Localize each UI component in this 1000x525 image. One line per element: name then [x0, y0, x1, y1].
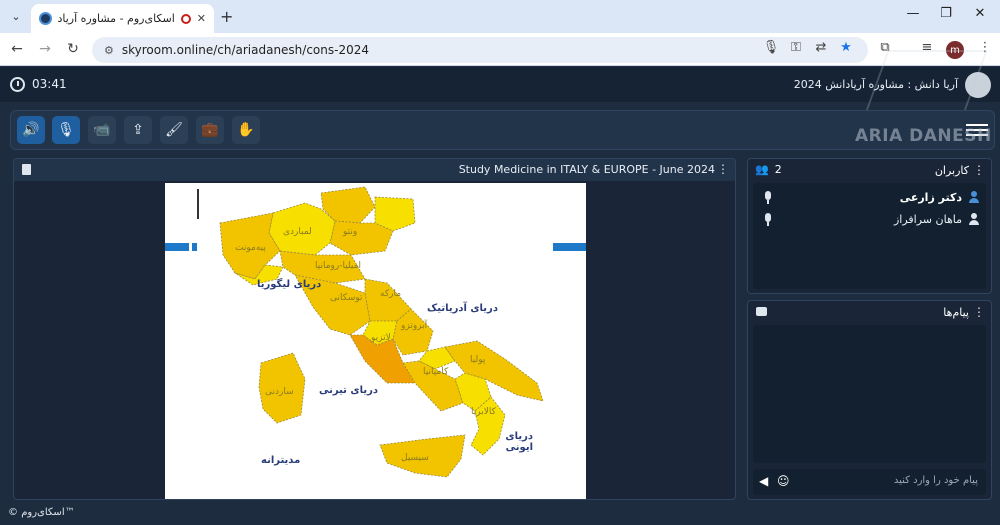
messages-panel-title: پیام‌ها [943, 306, 969, 319]
sea-label-mediterranean: مدیترانه [261, 455, 301, 466]
hand-icon: ✋ [237, 122, 255, 138]
voice-search-icon[interactable]: 🎙 [762, 40, 780, 55]
aria-danesh-watermark: ARIA DANESH [855, 126, 992, 146]
browser-toolbar: ← → ↻ ⚙ skyroom.online/ch/ariadanesh/con… [0, 33, 1000, 66]
document-icon [22, 164, 31, 175]
messages-panel: پیام‌ها ⋮ ◀ ☺ پیام خود را وارد کنید [747, 300, 992, 500]
window-restore-button[interactable]: ❐ [936, 6, 956, 21]
screen-share-icon: ⇪ [132, 122, 144, 138]
mic-icon [763, 191, 773, 204]
mic-icon [763, 213, 773, 226]
users-panel-title: کاربران [934, 164, 969, 177]
user-row[interactable]: دکتر زارعی [753, 188, 986, 208]
users-list: دکتر زارعی ماهان سرافراز [753, 183, 986, 289]
recording-icon [180, 13, 191, 24]
region-label-abruzzo: آبروتزو [401, 321, 428, 331]
emoji-icon[interactable]: ☺ [777, 474, 790, 488]
reload-button[interactable]: ↻ [64, 41, 82, 57]
browser-tab-strip: ⌄ اسکای‌روم - مشاوره آریادانش ✕ + — ❐ ✕ [0, 0, 1000, 33]
region-label-apulia: پولیا [470, 355, 486, 365]
skyroom-footer-brand: © اسکای‌روم™ [8, 507, 75, 518]
user-person-icon [968, 191, 980, 203]
region-label-sicily: سیسیل [401, 453, 429, 463]
region-label-lombardy: لمباردی [283, 227, 312, 237]
password-key-icon[interactable]: ⚿ [787, 40, 805, 55]
bookmark-star-icon[interactable]: ★ [837, 40, 855, 55]
screen-share-button[interactable]: ⇪ [124, 116, 152, 144]
region-label-emilia: امیلیا-رومانیا [315, 261, 361, 271]
back-button[interactable]: ← [8, 41, 26, 57]
forward-button[interactable]: → [36, 41, 54, 57]
stage-title: Study Medicine in ITALY & EUROPE - June … [458, 163, 715, 176]
presentation-stage: Study Medicine in ITALY & EUROPE - June … [13, 158, 736, 500]
messages-menu-button[interactable]: ⋮ [973, 305, 985, 319]
camera-off-button[interactable]: 📹 [88, 116, 116, 144]
tab-search-button[interactable]: ⌄ [6, 6, 26, 26]
whiteboard-button[interactable]: 🖌 [160, 116, 188, 144]
users-count: 👥 2 [755, 163, 782, 176]
camera-off-icon: 📹 [93, 122, 111, 138]
briefcase-icon: 💼 [201, 122, 219, 138]
slide-image: دریای لیگوریا دریای آدریاتیک دریای تیرنی… [165, 183, 586, 499]
raise-hand-button[interactable]: ✋ [232, 116, 260, 144]
sea-label-ionian: دریای ایونی [505, 431, 533, 453]
users-panel: 👥 2 کاربران ⋮ دکتر زارعی ماهان سرافراز [747, 158, 992, 294]
send-icon[interactable]: ◀ [759, 474, 768, 488]
region-label-sardinia: ساردنی [265, 387, 294, 397]
brush-icon: 🖌 [165, 122, 183, 138]
sea-label-tyrrhenian: دریای تیرنی [319, 385, 378, 396]
users-menu-button[interactable]: ⋮ [973, 163, 985, 177]
speaker-icon: 🔊 [22, 122, 40, 138]
user-row[interactable]: ماهان سرافراز [753, 210, 986, 230]
window-minimize-button[interactable]: — [903, 6, 923, 21]
speaker-button[interactable]: 🔊 [17, 116, 45, 144]
user-name: ماهان سرافراز [893, 213, 962, 226]
files-button[interactable]: 💼 [196, 116, 224, 144]
url-text: skyroom.online/ch/ariadanesh/cons-2024 [121, 43, 369, 57]
users-group-icon: 👥 [755, 163, 769, 176]
mic-icon: 🎙 [57, 122, 75, 138]
sea-label-adriatic: دریای آدریاتیک [427, 303, 498, 314]
mic-button[interactable]: 🎙 [52, 116, 80, 144]
site-settings-icon[interactable]: ⚙ [104, 44, 114, 57]
region-label-veneto: ونتو [343, 227, 358, 237]
region-label-piedmont: پیه‌مونت [235, 243, 266, 253]
tab-close-button[interactable]: ✕ [197, 12, 206, 25]
message-input[interactable]: ◀ ☺ پیام خود را وارد کنید [753, 469, 986, 495]
region-label-campania: کامپانیا [423, 367, 449, 377]
user-name: دکتر زارعی [899, 191, 962, 204]
region-label-marche: مارکه [380, 289, 402, 299]
window-close-button[interactable]: ✕ [970, 6, 990, 21]
stage-menu-button[interactable]: ⋮ [717, 162, 729, 176]
sea-label-ligurian: دریای لیگوریا [257, 279, 322, 290]
clock-icon [10, 77, 25, 92]
users-panel-header: 👥 2 کاربران ⋮ [748, 159, 991, 181]
region-label-tuscany: توسکانی [330, 293, 363, 303]
browser-tab[interactable]: اسکای‌روم - مشاوره آریادانش ✕ [31, 4, 214, 33]
region-label-calabria: کالابریا [471, 407, 496, 417]
tab-title: اسکای‌روم - مشاوره آریادانش [58, 12, 175, 25]
user-person-icon [968, 213, 980, 225]
room-header: 03:41 آریا دانش : مشاوره آریادانش 2024 [0, 67, 1000, 102]
stage-header: Study Medicine in ITALY & EUROPE - June … [14, 159, 735, 181]
skyroom-favicon-icon [39, 12, 52, 25]
control-bar: 🔊 🎙 📹 ⇪ 🖌 💼 ✋ [10, 110, 995, 150]
chat-bubble-icon [756, 307, 767, 316]
session-timer: 03:41 [32, 77, 67, 91]
address-bar[interactable]: ⚙ skyroom.online/ch/ariadanesh/cons-2024 [92, 37, 868, 63]
message-placeholder: پیام خود را وارد کنید [893, 475, 978, 486]
region-label-lazio: لاتزیو [371, 333, 391, 343]
new-tab-button[interactable]: + [220, 7, 233, 26]
translate-icon[interactable]: ⇄ [812, 40, 830, 55]
messages-area [753, 325, 986, 463]
region-marche [364, 278, 412, 322]
users-count-value: 2 [774, 163, 782, 176]
